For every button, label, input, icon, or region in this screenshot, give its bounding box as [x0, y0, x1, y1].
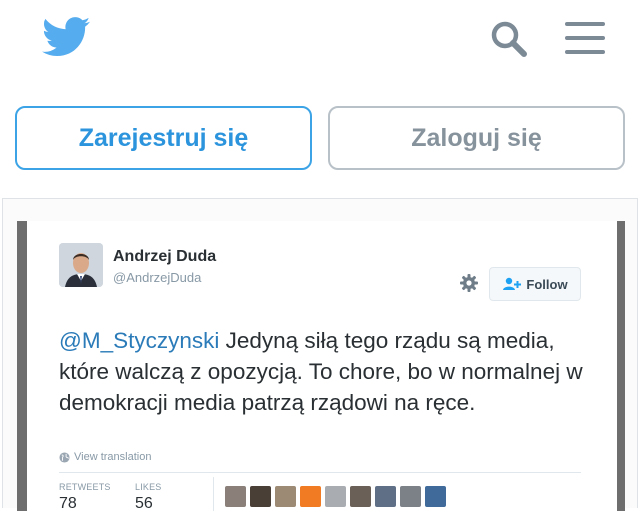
- hamburger-menu-icon[interactable]: [564, 20, 606, 56]
- follow-button[interactable]: Follow: [489, 267, 581, 301]
- liker-avatars: [225, 486, 446, 507]
- tweet-screenshot: Andrzej Duda @AndrzejDuda Follow @M_Styc…: [17, 221, 625, 511]
- retweets-count: 78: [59, 495, 77, 511]
- login-button[interactable]: Zaloguj się: [328, 106, 625, 170]
- gear-icon[interactable]: [459, 273, 479, 293]
- tweet: Andrzej Duda @AndrzejDuda Follow @M_Styc…: [27, 221, 617, 511]
- divider: [59, 472, 581, 473]
- liker-avatar[interactable]: [425, 486, 446, 507]
- follow-label: Follow: [526, 276, 568, 292]
- view-translation-label: View translation: [74, 451, 152, 463]
- globe-icon: [59, 451, 70, 463]
- tweet-text: @M_Styczynski Jedyną siłą tego rządu są …: [59, 325, 599, 418]
- mention-link[interactable]: @M_Styczynski: [59, 328, 219, 353]
- add-user-icon: [503, 277, 522, 290]
- avatar[interactable]: [59, 243, 103, 287]
- view-translation-link[interactable]: View translation: [59, 451, 151, 463]
- liker-avatar[interactable]: [275, 486, 296, 507]
- liker-avatar[interactable]: [325, 486, 346, 507]
- liker-avatar[interactable]: [250, 486, 271, 507]
- liker-avatar[interactable]: [375, 486, 396, 507]
- signup-button[interactable]: Zarejestruj się: [15, 106, 312, 170]
- liker-avatar[interactable]: [300, 486, 321, 507]
- likes-count: 56: [135, 495, 153, 511]
- likes-stat[interactable]: LIKES 56: [135, 482, 162, 511]
- stats-separator: [213, 477, 214, 511]
- top-bar: [0, 0, 640, 80]
- search-icon[interactable]: [489, 19, 529, 59]
- retweets-label: RETWEETS: [59, 482, 111, 492]
- twitter-bird-icon[interactable]: [42, 17, 90, 57]
- author-handle[interactable]: @AndrzejDuda: [113, 270, 201, 285]
- liker-avatar[interactable]: [225, 486, 246, 507]
- author-name[interactable]: Andrzej Duda: [113, 248, 216, 266]
- embedded-tweet-card: Andrzej Duda @AndrzejDuda Follow @M_Styc…: [2, 198, 638, 511]
- retweets-stat[interactable]: RETWEETS 78: [59, 482, 111, 511]
- liker-avatar[interactable]: [350, 486, 371, 507]
- liker-avatar[interactable]: [400, 486, 421, 507]
- likes-label: LIKES: [135, 482, 162, 492]
